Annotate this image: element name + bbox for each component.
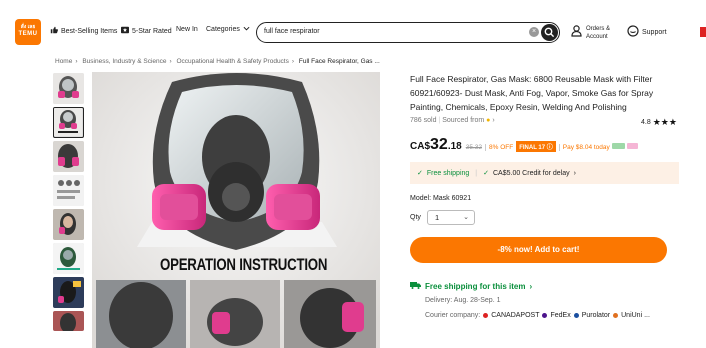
shipping-banner[interactable]: ✓ Free shipping | ✓ CA$5.00 Credit for d… [410, 162, 679, 184]
uniuni-icon [613, 313, 619, 318]
quantity-select[interactable]: 1 ⌄ [427, 210, 475, 225]
info-icon: ⓘ [546, 145, 553, 151]
search-icon [544, 27, 555, 38]
breadcrumb-separator: › [75, 58, 78, 65]
orders-label-2: Account [586, 34, 608, 40]
support-link[interactable]: Support [627, 25, 667, 39]
courier-label: Courier company: [425, 312, 481, 319]
product-title: Full Face Respirator, Gas Mask: 6800 Reu… [410, 74, 654, 112]
klarna-logo-icon [626, 143, 638, 149]
orders-account[interactable]: Orders & Account [571, 24, 610, 42]
price-decimal: .18 [447, 141, 462, 152]
chevron-right-icon: › [573, 169, 576, 177]
price-currency: CA$ [410, 141, 431, 152]
chevron-down-icon: ⌄ [463, 214, 469, 221]
price-old: 35.32 [465, 144, 482, 151]
orders-label-1: Orders & [586, 26, 611, 32]
user-icon [571, 24, 582, 42]
chevron-right-icon: › [492, 117, 495, 124]
main-product-image[interactable]: OPERATION INSTRUCTION [92, 72, 380, 348]
breadcrumb-business[interactable]: Business, Industry & Science [82, 58, 166, 65]
gallery-thumbnail[interactable] [53, 311, 84, 331]
search-bar[interactable]: full face respirator × [256, 22, 560, 43]
sold-count: 786 sold [410, 117, 437, 124]
orders-account-label: Orders & Account [586, 25, 610, 41]
add-to-cart-button[interactable]: -8% now! Add to cart! [410, 237, 667, 263]
operation-instruction-text: OPERATION INSTRUCTION [160, 255, 328, 274]
temu-logo[interactable]: สั่ง เลย TEMU [15, 19, 41, 45]
nav-new-in[interactable]: New In [176, 26, 198, 33]
free-shipping-title: Free shipping for this item [425, 281, 526, 291]
sourced-from-label[interactable]: Sourced from [442, 117, 484, 124]
courier-row: Courier company: CANADAPOST FedEx Purola… [425, 312, 650, 319]
free-shipping-inline: Free shipping [426, 169, 470, 177]
final-badge[interactable]: FINAL 17 ⓘ [516, 141, 556, 152]
gallery-thumbnail[interactable] [53, 277, 84, 308]
courier-fedex: FedEx [550, 312, 571, 319]
gallery-thumbnail[interactable] [53, 243, 84, 274]
free-shipping-row[interactable]: Free shipping for this item › [410, 281, 532, 291]
price-main: 32 [430, 136, 448, 153]
nav-best-selling[interactable]: Best-Selling Items [50, 26, 117, 36]
fedex-icon [542, 313, 548, 318]
support-label: Support [642, 28, 667, 36]
nav-categories[interactable]: Categories [206, 26, 250, 33]
breadcrumb-home[interactable]: Home [55, 58, 72, 65]
search-input[interactable]: full face respirator [264, 28, 320, 35]
model-label: Model: Mask 60921 [410, 195, 472, 202]
canada-flag-icon[interactable] [700, 27, 706, 37]
truck-icon [410, 281, 421, 291]
support-chat-icon [627, 25, 639, 39]
credit-delay: CA$5.00 Credit for delay [493, 169, 570, 177]
breadcrumb-occupational[interactable]: Occupational Health & Safety Products [177, 58, 289, 65]
rating-stars: ★★★ [652, 117, 677, 127]
separator: | [475, 169, 478, 177]
gallery-thumbnail-active[interactable] [53, 107, 84, 138]
final-badge-label: FINAL 17 [519, 145, 546, 151]
breadcrumb: Home › Business, Industry & Science › Occu… [55, 58, 380, 65]
gallery-thumbnail[interactable] [53, 141, 84, 172]
nav-five-star[interactable]: 5-Star Rated [121, 26, 172, 36]
courier-canadapost: CANADAPOST [491, 312, 540, 319]
clear-search-icon[interactable]: × [529, 27, 539, 37]
nav-best-selling-label: Best-Selling Items [61, 27, 118, 35]
gallery-thumbnail[interactable] [53, 209, 84, 240]
shield-badge-icon: ● [486, 117, 491, 124]
check-icon: ✓ [417, 170, 423, 177]
chevron-down-icon [243, 26, 250, 33]
gallery-thumbnail[interactable] [53, 73, 84, 104]
rating[interactable]: 4.8 ★★★ [641, 117, 677, 128]
thumbs-up-icon [50, 26, 58, 36]
star-badge-icon [121, 26, 129, 36]
logo-line-2: TEMU [18, 30, 38, 37]
canadapost-icon [483, 313, 489, 318]
nav-new-in-label: New In [176, 26, 198, 33]
top-header: สั่ง เลย TEMU Best-Selling Items 5-Star … [0, 0, 706, 52]
price-row: CA$ 32 .18 35.32 8% OFF FINAL 17 ⓘ Pay $… [410, 136, 638, 154]
sold-sourced: 786 sold | Sourced from ● › [410, 117, 495, 124]
purolator-icon [573, 313, 579, 318]
courier-uniuni: UniUni ... [621, 312, 650, 319]
pay-today: Pay $8.04 today [558, 144, 610, 151]
quantity-label: Qty [410, 214, 421, 221]
rating-value: 4.8 [641, 119, 651, 126]
breadcrumb-current: Full Face Respirator, Gas ... [298, 58, 380, 65]
respirator-illustration [92, 72, 380, 348]
nav-categories-label: Categories [206, 26, 240, 33]
nav-five-star-label: 5-Star Rated [132, 27, 172, 35]
breadcrumb-separator: › [291, 58, 295, 65]
delivery-date: Delivery: Aug. 28-Sep. 1 [425, 297, 501, 304]
check-icon: ✓ [483, 170, 489, 177]
quantity-value: 1 [435, 213, 440, 222]
courier-purolator: Purolator [581, 312, 611, 319]
gallery-thumbnail[interactable] [53, 175, 84, 206]
breadcrumb-separator: › [169, 58, 172, 65]
percent-off: 8% OFF [485, 144, 513, 151]
chevron-right-icon: › [529, 281, 533, 291]
search-button[interactable] [541, 24, 558, 41]
afterpay-logo-icon [611, 143, 625, 149]
